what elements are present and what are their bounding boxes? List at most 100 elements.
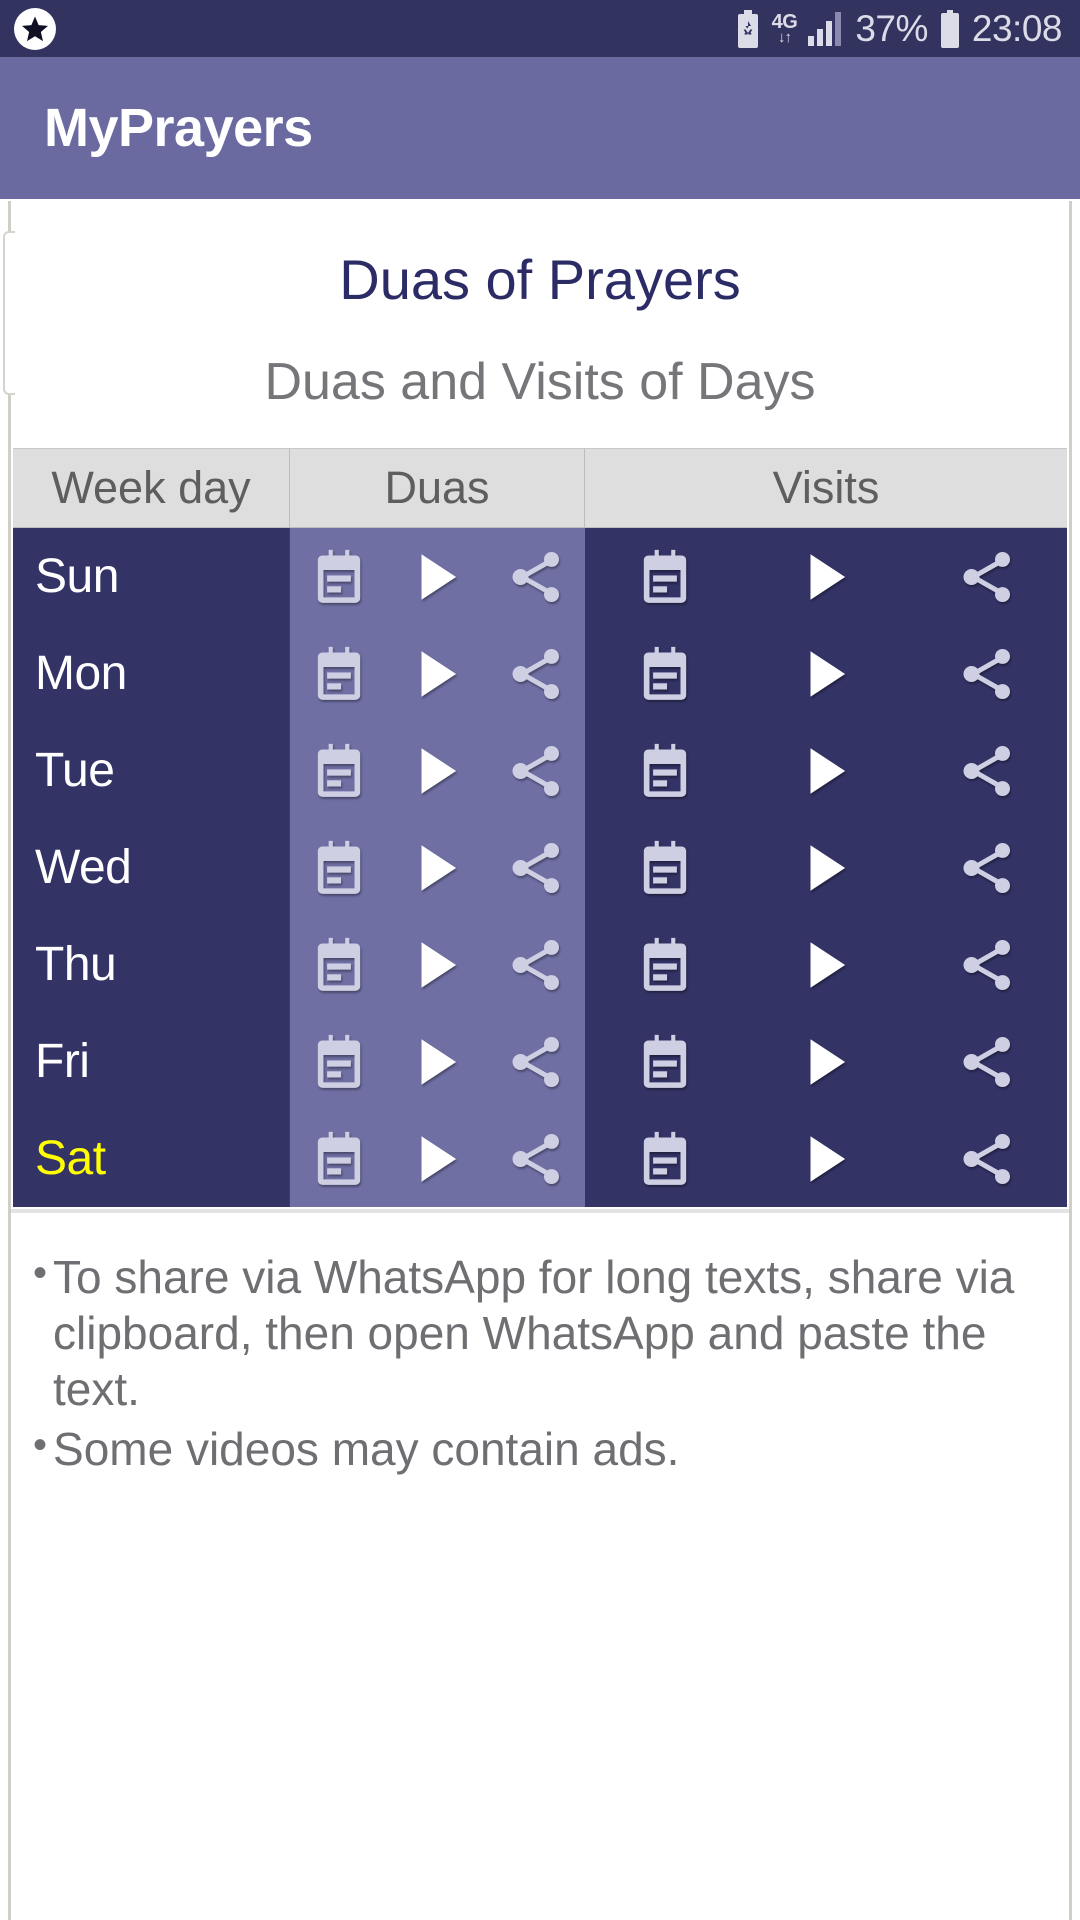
visits-share-icon-button[interactable]	[943, 727, 1031, 815]
cell-week-day: Wed	[13, 819, 290, 916]
visits-text-note-icon-button[interactable]	[621, 1018, 709, 1106]
day-label: Mon	[35, 647, 127, 700]
column-header-duas: Duas	[290, 449, 585, 527]
status-bar-right: 4G ↓↑ 37% 23:08	[735, 8, 1063, 49]
signal-bars-icon	[808, 11, 844, 46]
list-item: • Some videos may contain ads.	[33, 1421, 1047, 1477]
cell-duas	[290, 1013, 585, 1110]
table-row: Tue	[13, 722, 1067, 819]
star-badge-icon	[14, 7, 56, 50]
content-card: Duas of Prayers Duas and Visits of Days …	[3, 201, 1072, 1920]
visits-share-icon-button[interactable]	[943, 630, 1031, 718]
table-row: Fri	[13, 1013, 1067, 1110]
cell-visits	[585, 1013, 1067, 1110]
column-header-visits: Visits	[772, 462, 880, 513]
duas-text-note-icon-button[interactable]	[295, 824, 383, 912]
duas-share-icon-button[interactable]	[492, 824, 580, 912]
day-label: Sun	[35, 550, 119, 603]
visits-share-icon-button[interactable]	[943, 1018, 1031, 1106]
clock-label: 23:08	[971, 8, 1063, 49]
duas-text-note-icon-button[interactable]	[295, 533, 383, 621]
duas-share-icon-button[interactable]	[492, 1115, 580, 1203]
visits-play-icon-button[interactable]	[782, 824, 870, 912]
cell-week-day: Thu	[13, 916, 290, 1013]
page-title: Duas of Prayers	[339, 248, 741, 311]
battery-percent-label: 37%	[855, 8, 928, 49]
cell-week-day: Sun	[13, 528, 290, 625]
cell-week-day: Sat	[13, 1110, 290, 1207]
table-row: Thu	[13, 916, 1067, 1013]
day-label: Wed	[35, 841, 132, 894]
cell-duas	[290, 722, 585, 819]
prayer-table: Week day Duas Visits Sun Mon Tue Wed Thu Fri S…	[13, 448, 1067, 1207]
table-row: Sun	[13, 528, 1067, 625]
duas-play-icon-button[interactable]	[393, 533, 481, 621]
table-row: Sat	[13, 1110, 1067, 1207]
app-title: MyPrayers	[44, 98, 313, 158]
page-headings: Duas of Prayers Duas and Visits of Days	[11, 201, 1069, 448]
visits-play-icon-button[interactable]	[782, 533, 870, 621]
mobile-data-4g-icon: 4G ↓↑	[771, 11, 798, 46]
duas-share-icon-button[interactable]	[492, 727, 580, 815]
duas-share-icon-button[interactable]	[492, 1018, 580, 1106]
table-body: Sun Mon Tue Wed Thu Fri Sat	[13, 528, 1067, 1207]
visits-text-note-icon-button[interactable]	[621, 630, 709, 718]
visits-share-icon-button[interactable]	[943, 533, 1031, 621]
visits-share-icon-button[interactable]	[943, 921, 1031, 1009]
page-subtitle: Duas and Visits of Days	[264, 353, 816, 411]
status-bar-left	[14, 7, 56, 50]
visits-share-icon-button[interactable]	[943, 1115, 1031, 1203]
cell-visits	[585, 528, 1067, 625]
table-header-row: Week day Duas Visits	[13, 449, 1067, 528]
cell-week-day: Mon	[13, 625, 290, 722]
duas-share-icon-button[interactable]	[492, 533, 580, 621]
duas-play-icon-button[interactable]	[393, 1115, 481, 1203]
visits-text-note-icon-button[interactable]	[621, 1115, 709, 1203]
duas-play-icon-button[interactable]	[393, 727, 481, 815]
table-row: Mon	[13, 625, 1067, 722]
duas-text-note-icon-button[interactable]	[295, 1018, 383, 1106]
visits-play-icon-button[interactable]	[782, 630, 870, 718]
app-bar: MyPrayers	[0, 57, 1080, 199]
notes-section: • To share via WhatsApp for long texts, …	[11, 1209, 1069, 1477]
duas-text-note-icon-button[interactable]	[295, 630, 383, 718]
cell-visits	[585, 625, 1067, 722]
duas-share-icon-button[interactable]	[492, 630, 580, 718]
duas-share-icon-button[interactable]	[492, 921, 580, 1009]
cell-duas	[290, 528, 585, 625]
note-text: Some videos may contain ads.	[53, 1423, 680, 1476]
visits-play-icon-button[interactable]	[782, 921, 870, 1009]
visits-play-icon-button[interactable]	[782, 1115, 870, 1203]
cell-duas	[290, 625, 585, 722]
visits-play-icon-button[interactable]	[782, 727, 870, 815]
duas-play-icon-button[interactable]	[393, 630, 481, 718]
cell-duas	[290, 819, 585, 916]
cell-duas	[290, 916, 585, 1013]
visits-text-note-icon-button[interactable]	[621, 824, 709, 912]
day-label: Fri	[35, 1035, 90, 1088]
cell-visits	[585, 1110, 1067, 1207]
day-label: Tue	[35, 744, 115, 797]
visits-play-icon-button[interactable]	[782, 1018, 870, 1106]
cell-visits	[585, 722, 1067, 819]
visits-text-note-icon-button[interactable]	[621, 921, 709, 1009]
duas-play-icon-button[interactable]	[393, 824, 481, 912]
column-header-week-day: Week day	[13, 449, 290, 527]
duas-play-icon-button[interactable]	[393, 921, 481, 1009]
visits-text-note-icon-button[interactable]	[621, 533, 709, 621]
table-row: Wed	[13, 819, 1067, 916]
visits-share-icon-button[interactable]	[943, 824, 1031, 912]
status-bar: 4G ↓↑ 37% 23:08	[0, 0, 1080, 57]
battery-icon	[939, 9, 961, 48]
cell-duas	[290, 1110, 585, 1207]
day-label: Thu	[35, 938, 117, 991]
duas-text-note-icon-button[interactable]	[295, 1115, 383, 1203]
visits-text-note-icon-button[interactable]	[621, 727, 709, 815]
duas-play-icon-button[interactable]	[393, 1018, 481, 1106]
cell-visits	[585, 916, 1067, 1013]
duas-text-note-icon-button[interactable]	[295, 921, 383, 1009]
duas-text-note-icon-button[interactable]	[295, 727, 383, 815]
bullet-glyph: •	[33, 1251, 48, 1295]
bullet-glyph: •	[33, 1423, 48, 1468]
cell-week-day: Tue	[13, 722, 290, 819]
